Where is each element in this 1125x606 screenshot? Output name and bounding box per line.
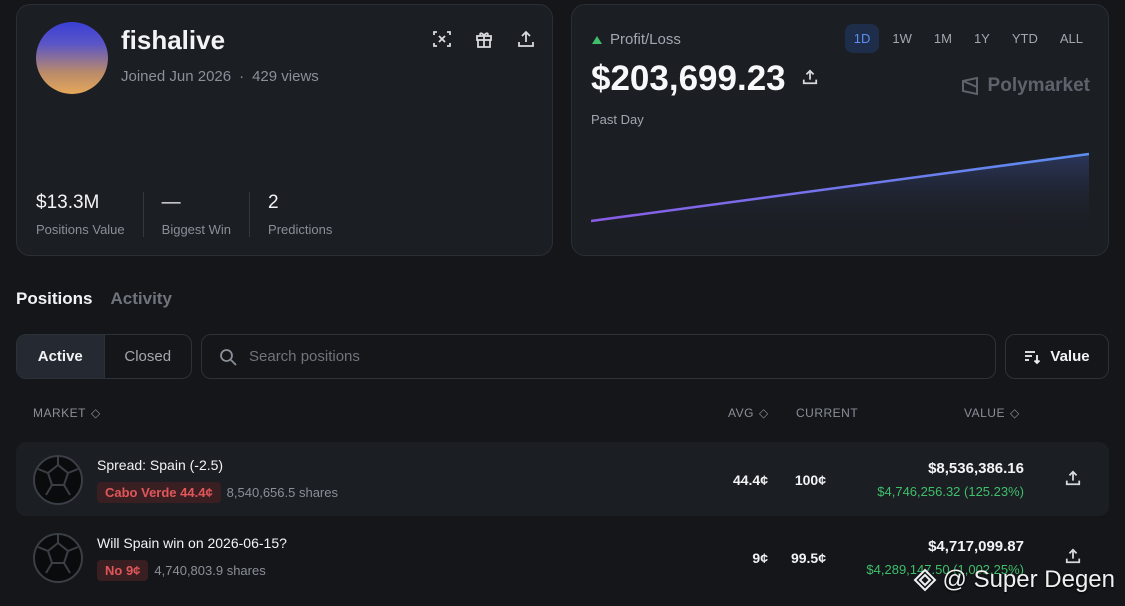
range-1d[interactable]: 1D — [844, 24, 880, 53]
scan-icon[interactable] — [432, 29, 452, 49]
header-avg-label: AVG — [728, 406, 754, 420]
sort-label: Value — [1050, 348, 1090, 365]
range-selector: 1D 1W 1M 1Y YTD ALL — [844, 24, 1092, 53]
view-tabs: Positions Activity — [16, 289, 172, 309]
range-ytd[interactable]: YTD — [1003, 24, 1047, 53]
share-icon[interactable] — [516, 29, 536, 49]
share-count: 4,740,803.9 shares — [154, 563, 266, 578]
profile-card: fishalive Joined Jun 2026 · 429 views $13.… — [16, 4, 553, 256]
meta-separator: · — [239, 68, 245, 85]
share-count: 8,540,656.5 shares — [226, 485, 338, 500]
position-outcome: Cabo Verde 44.4¢ 8,540,656.5 shares — [97, 482, 338, 503]
search-input[interactable] — [249, 348, 949, 365]
sort-icon — [1025, 350, 1041, 364]
header-market[interactable]: MARKET ◇ — [33, 406, 101, 420]
header-current-label: CURRENT — [796, 406, 859, 420]
share-icon[interactable] — [802, 69, 818, 90]
diamond-logo-icon — [913, 568, 936, 592]
range-1w[interactable]: 1W — [883, 24, 921, 53]
outcome-badge: No 9¢ — [97, 560, 149, 581]
stat-biggest-win: — Biggest Win — [161, 192, 251, 237]
header-value[interactable]: VALUE ◇ — [964, 406, 1020, 420]
sort-toggle-icon: ◇ — [1009, 406, 1020, 420]
up-arrow-icon — [592, 35, 602, 44]
filter-active-button[interactable]: Active — [17, 335, 105, 378]
stat-label: Predictions — [268, 222, 333, 237]
stat-value: 2 — [268, 192, 279, 213]
username: fishalive — [121, 25, 226, 55]
joined-date: Joined Jun 2026 — [121, 68, 232, 85]
profile-stats: $13.3M Positions Value — Biggest Win 2 P… — [36, 192, 368, 237]
range-all[interactable]: ALL — [1051, 24, 1092, 53]
sort-toggle-icon: ◇ — [758, 406, 769, 420]
pnl-value: $203,699.23 — [591, 59, 786, 98]
sort-toggle-icon: ◇ — [91, 406, 101, 420]
table-row[interactable]: Spread: Spain (-2.5) Cabo Verde 44.4¢ 8,… — [16, 442, 1109, 516]
stat-positions-value: $13.3M Positions Value — [36, 192, 144, 237]
avatar — [36, 22, 108, 94]
pnl-header: Profit/Loss — [592, 31, 681, 48]
profile-meta: Joined Jun 2026 · 429 views — [121, 68, 319, 85]
view-count: 429 views — [252, 68, 319, 85]
pnl-card: Profit/Loss 1D 1W 1M 1Y YTD ALL $203,699… — [571, 4, 1109, 256]
position-value: $8,536,386.16 — [928, 460, 1024, 477]
brand: Polymarket — [960, 75, 1090, 97]
market-title[interactable]: Spread: Spain (-2.5) — [97, 457, 223, 473]
share-icon[interactable] — [1065, 470, 1081, 491]
position-outcome: No 9¢ 4,740,803.9 shares — [97, 560, 266, 581]
stat-value: — — [161, 192, 181, 213]
stat-label: Positions Value — [36, 222, 125, 237]
outcome-badge: Cabo Verde 44.4¢ — [97, 482, 221, 503]
search-icon — [220, 348, 237, 366]
current-price: 99.5¢ — [790, 550, 826, 566]
header-avg[interactable]: AVG ◇ — [728, 406, 769, 420]
watermark-text: @ Super Degen — [942, 566, 1115, 593]
brand-name: Polymarket — [987, 75, 1090, 96]
filter-closed-button[interactable]: Closed — [105, 335, 192, 378]
current-price: 100¢ — [794, 472, 826, 488]
avg-price: 9¢ — [752, 550, 768, 566]
stat-value: $13.3M — [36, 192, 100, 213]
tab-activity[interactable]: Activity — [111, 289, 172, 309]
header-market-label: MARKET — [33, 406, 87, 420]
pnl-area — [591, 154, 1089, 235]
soccer-ball-icon — [33, 533, 83, 583]
market-title[interactable]: Will Spain win on 2026-06-15? — [97, 535, 287, 551]
pnl-chart — [591, 152, 1089, 235]
stat-label: Biggest Win — [161, 222, 232, 237]
position-pnl: $4,746,256.32 (125.23%) — [877, 484, 1024, 499]
polymarket-logo-icon — [961, 76, 978, 96]
stat-predictions: 2 Predictions — [268, 192, 350, 237]
search-box — [201, 334, 996, 379]
profile-actions — [432, 29, 536, 49]
avg-price: 44.4¢ — [732, 472, 768, 488]
period-label: Past Day — [591, 112, 644, 127]
header-value-label: VALUE — [964, 406, 1005, 420]
sort-button[interactable]: Value — [1005, 334, 1109, 379]
range-1y[interactable]: 1Y — [965, 24, 999, 53]
status-toggle: Active Closed — [16, 334, 192, 379]
pnl-label: Profit/Loss — [610, 31, 681, 48]
pnl-value-row: $203,699.23 — [591, 59, 818, 99]
range-1m[interactable]: 1M — [925, 24, 961, 53]
soccer-ball-icon — [33, 455, 83, 505]
gift-icon[interactable] — [474, 29, 494, 49]
position-value: $4,717,099.87 — [928, 538, 1024, 555]
tab-positions[interactable]: Positions — [16, 289, 93, 309]
header-current: CURRENT — [796, 406, 858, 420]
watermark: @ Super Degen — [913, 566, 1115, 594]
